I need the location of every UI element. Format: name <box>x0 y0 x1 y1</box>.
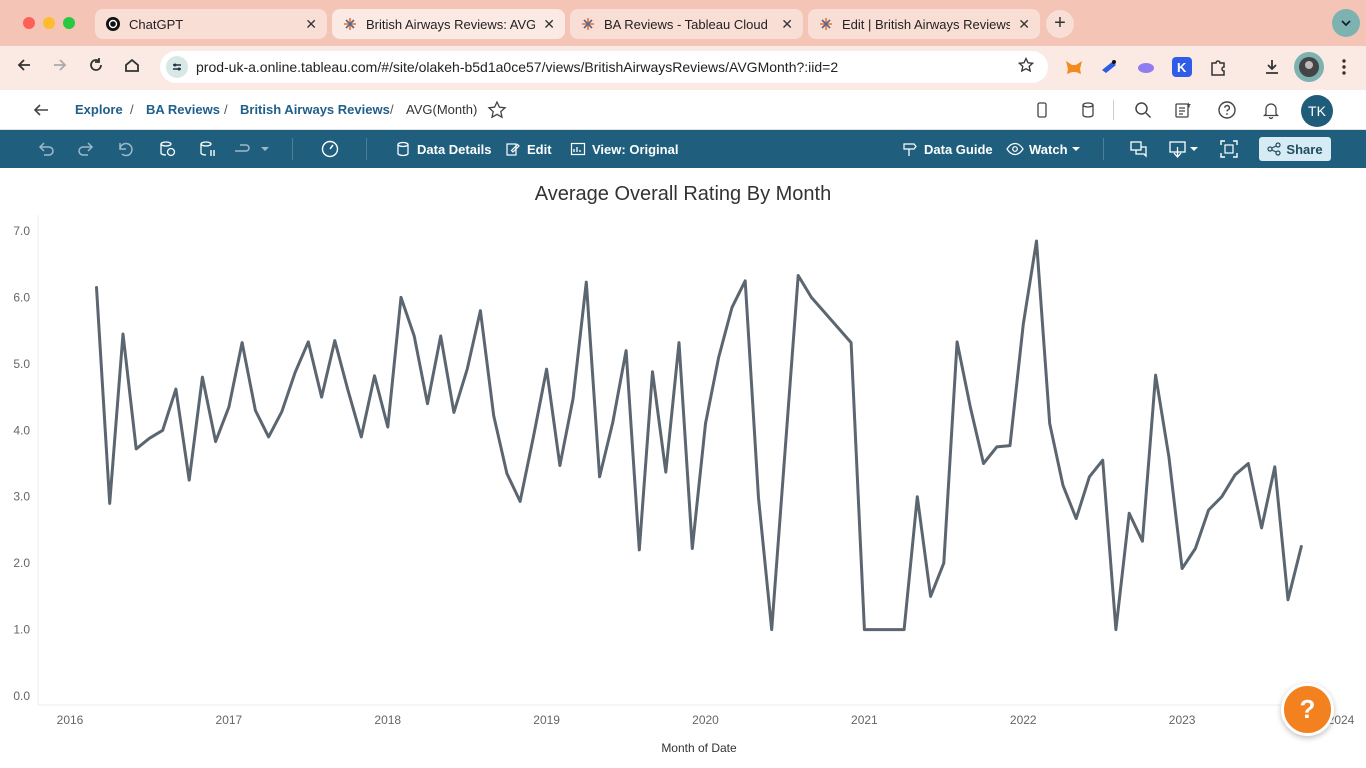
y-tick-label: 7.0 <box>13 224 30 238</box>
x-tick-label: 2019 <box>533 713 560 727</box>
x-tick-label: 2021 <box>851 713 878 727</box>
x-tick-label: 2023 <box>1169 713 1196 727</box>
line-chart[interactable]: 0.0 1.0 2.0 3.0 4.0 5.0 6.0 7.0 2016 2017 2018 2019… <box>0 0 1366 768</box>
y-tick-label: 1.0 <box>13 623 30 637</box>
x-tick-label: 2020 <box>692 713 719 727</box>
x-tick-label: 2022 <box>1010 713 1037 727</box>
y-tick-label: 0.0 <box>13 689 30 703</box>
series-line <box>95 239 1303 632</box>
y-tick-label: 2.0 <box>13 556 30 570</box>
x-tick-label: 2018 <box>374 713 401 727</box>
x-tick-label: 2017 <box>216 713 243 727</box>
x-tick-label: 2016 <box>57 713 84 727</box>
x-axis-title: Month of Date <box>661 741 737 755</box>
y-tick-label: 3.0 <box>13 490 30 504</box>
y-tick-label: 4.0 <box>13 423 30 437</box>
y-tick-label: 5.0 <box>13 357 30 371</box>
y-tick-label: 6.0 <box>13 290 30 304</box>
help-button[interactable]: ? <box>1281 683 1334 736</box>
